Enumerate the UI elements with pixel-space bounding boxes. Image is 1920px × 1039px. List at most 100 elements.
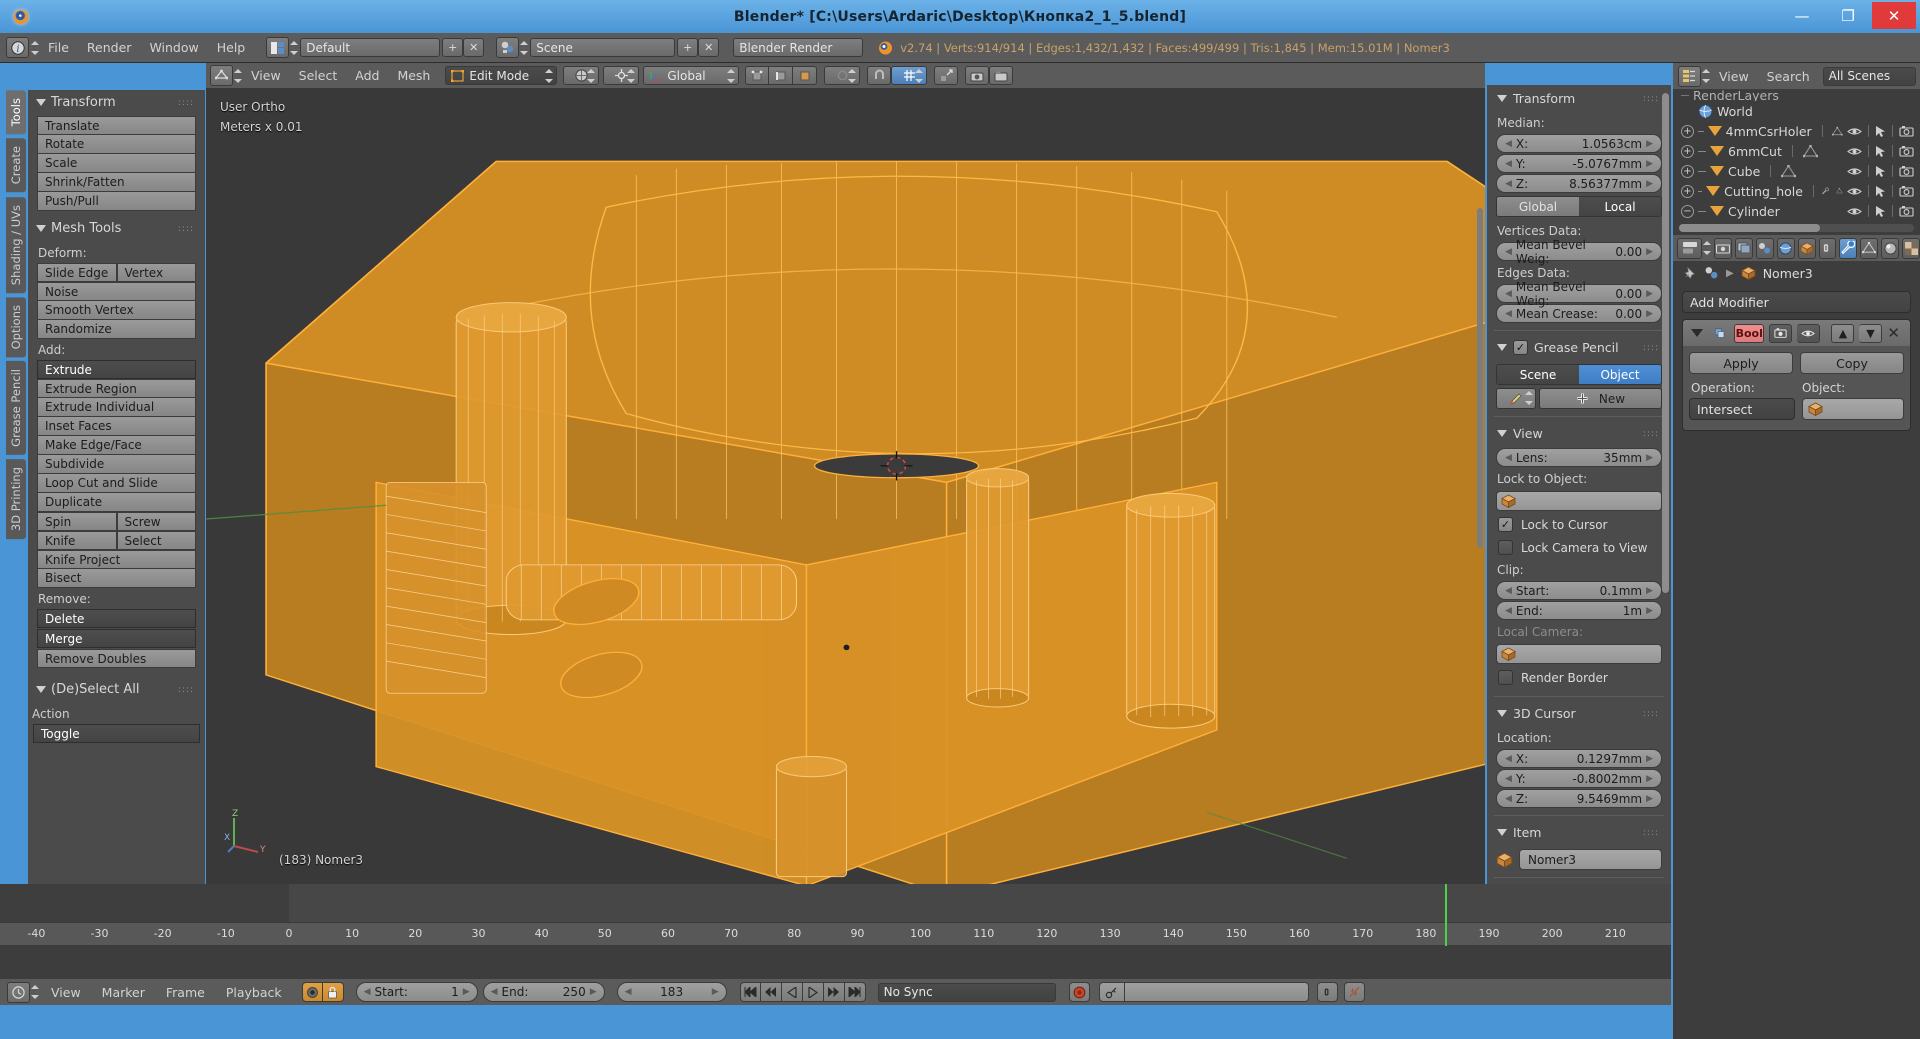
toolshelf-tab-create[interactable]: Create [6, 138, 26, 193]
clip-start-field[interactable]: ◀ Start: 0.1mm ▶ [1496, 581, 1662, 600]
pencil-icon[interactable] [1496, 388, 1536, 409]
jump-start-icon[interactable] [739, 982, 761, 1002]
panel-header-3d-cursor[interactable]: 3D Cursor :::: [1487, 700, 1671, 727]
add-dropdown-extrude[interactable]: Extrude [37, 360, 196, 379]
edge-select-icon[interactable] [769, 66, 794, 85]
tool-make-edge-face[interactable]: Make Edge/Face [37, 436, 196, 455]
mode-selector[interactable]: Edit Mode [445, 66, 558, 85]
space-local-button[interactable]: Local [1579, 197, 1661, 216]
editor-type-icon[interactable] [210, 65, 233, 86]
panel-header-mesh-tools[interactable]: Mesh Tools :::: [28, 211, 205, 242]
render-border-row[interactable]: Render Border [1487, 666, 1671, 689]
tool-duplicate[interactable]: Duplicate [37, 493, 196, 512]
add-scene-button[interactable]: + [677, 38, 699, 57]
grease-pencil-checkbox[interactable]: ✓ [1513, 340, 1528, 355]
properties-editor-type-icon[interactable] [1677, 237, 1702, 259]
viewport-menu-select[interactable]: Select [290, 63, 347, 88]
tool-extrude-individual[interactable]: Extrude Individual [37, 398, 196, 417]
action-dropdown-toggle[interactable]: Toggle [33, 724, 200, 743]
outliner-menu-view[interactable]: View [1710, 64, 1758, 89]
outliner-horizontal-scrollbar[interactable] [1679, 224, 1914, 232]
screen-layout-field[interactable]: Default [300, 38, 441, 57]
link-icon[interactable] [1316, 982, 1338, 1002]
edge-bevel-weight-field[interactable]: ◀ Mean Bevel Weig: 0.00 ▶ [1496, 280, 1662, 308]
menu-help[interactable]: Help [208, 35, 255, 60]
outliner-row-cube[interactable]: + Cube [1673, 161, 1920, 181]
tool-randomize[interactable]: Randomize [37, 320, 196, 339]
vertex-bevel-weight-field[interactable]: ◀ Mean Bevel Weig: 0.00 ▶ [1496, 238, 1662, 266]
tool-noise[interactable]: Noise [37, 282, 196, 301]
render-engine-selector[interactable]: Blender Render [733, 38, 864, 57]
tool-smooth-vertex[interactable]: Smooth Vertex [37, 301, 196, 320]
apply-button[interactable]: Apply [1689, 352, 1793, 374]
tool-vertex[interactable]: Vertex [116, 263, 196, 282]
maximize-button[interactable]: ❐ [1826, 2, 1870, 29]
eye-icon[interactable] [1847, 206, 1862, 217]
space-global-button[interactable]: Global [1497, 197, 1579, 216]
menu-file[interactable]: File [39, 35, 78, 60]
viewport-shading-selector[interactable] [563, 66, 600, 85]
viewport-menu-view[interactable]: View [242, 63, 290, 88]
outliner-menu-search[interactable]: Search [1758, 64, 1819, 89]
tab-texture[interactable] [1902, 237, 1920, 259]
eye-icon[interactable] [1847, 126, 1862, 137]
cursor-arrow-icon[interactable] [1875, 205, 1886, 218]
layout-icon[interactable] [266, 37, 290, 58]
viewport-toggle-icon[interactable] [1797, 323, 1821, 343]
eye-icon[interactable] [1847, 166, 1862, 177]
delete-layout-button[interactable]: ✕ [463, 38, 485, 57]
tab-object[interactable] [1797, 237, 1816, 259]
minimize-button[interactable]: — [1780, 2, 1824, 29]
proportional-edit-selector[interactable] [824, 66, 861, 85]
panel-header-transform[interactable]: Transform :::: [28, 90, 205, 116]
outliner-editor-type-icon[interactable] [1678, 65, 1701, 87]
end-frame-field[interactable]: ◀ End: 250 ▶ [482, 982, 605, 1002]
keying-set-field[interactable] [1124, 982, 1309, 1002]
cursor-x-field[interactable]: ◀ X: 0.1297mm ▶ [1496, 749, 1662, 768]
median-x-field[interactable]: ◀ X: 1.0563cm ▶ [1496, 134, 1662, 153]
median-y-field[interactable]: ◀ Y: -5.0767mm ▶ [1496, 154, 1662, 173]
auto-key-icon[interactable] [301, 982, 323, 1002]
pivot-point-selector[interactable] [603, 66, 640, 85]
snap-magnet-icon[interactable] [867, 66, 892, 85]
lock-to-cursor-row[interactable]: ✓ Lock to Cursor [1487, 513, 1671, 536]
editor-type-selector[interactable]: i [6, 37, 39, 58]
scene-icon[interactable] [496, 37, 520, 58]
viewport-3d[interactable]: View Select Add Mesh Edit Mode Global Us… [206, 63, 1485, 884]
tab-scene[interactable] [1755, 237, 1774, 259]
tool-inset-faces[interactable]: Inset Faces [37, 417, 196, 436]
tab-render[interactable] [1714, 237, 1732, 259]
outliner-row-cutting-hole[interactable]: + Cutting_hole [1673, 181, 1920, 201]
outliner-row-4mmcsrholer[interactable]: + 4mmCsrHoler [1673, 121, 1920, 141]
tab-data[interactable] [1860, 237, 1879, 259]
transform-orientation-selector[interactable]: Global [643, 66, 740, 85]
pin-icon[interactable] [1682, 266, 1697, 281]
lock-to-cursor-checkbox[interactable]: ✓ [1498, 517, 1513, 532]
tab-material[interactable] [1881, 237, 1900, 259]
snap-element-selector[interactable] [891, 66, 928, 85]
viewport-scrollbar[interactable] [1475, 88, 1485, 884]
camera-icon[interactable] [1899, 165, 1914, 177]
tool-knife-project[interactable]: Knife Project [37, 550, 196, 569]
gp-source-scene-button[interactable]: Scene [1497, 365, 1579, 384]
toolshelf-tab-grease-pencil[interactable]: Grease Pencil [6, 361, 26, 455]
timeline-menu-frame[interactable]: Frame [157, 980, 214, 1005]
render-view-icon[interactable] [965, 66, 990, 85]
cursor-arrow-icon[interactable] [1875, 185, 1886, 198]
tool-shrink-fatten[interactable]: Shrink/Fatten [37, 173, 196, 192]
cursor-y-field[interactable]: ◀ Y: -0.8002mm ▶ [1496, 769, 1662, 788]
timeline-menu-view[interactable]: View [42, 980, 90, 1005]
timeline-ruler[interactable]: -40 -30 -20 -10 0 10 20 30 40 50 60 70 80 90 100 110 120… [0, 922, 1671, 946]
start-frame-field[interactable]: ◀ Start: 1 ▶ [355, 982, 478, 1002]
camera-icon[interactable] [1899, 205, 1914, 217]
menu-window[interactable]: Window [140, 35, 207, 60]
timeline-editor-type-icon[interactable] [7, 981, 30, 1003]
toolshelf-tab-3d-printing[interactable]: 3D Printing [6, 458, 26, 540]
modifier-name-field[interactable]: Bool [1734, 323, 1765, 343]
add-modifier-dropdown[interactable]: Add Modifier [1682, 291, 1911, 313]
camera-icon[interactable] [1899, 145, 1914, 157]
menu-render[interactable]: Render [78, 35, 141, 60]
eye-icon[interactable] [1847, 146, 1862, 157]
expand-triangle-icon[interactable] [1691, 329, 1703, 337]
expand-toggle-icon[interactable]: + [1681, 124, 1694, 138]
